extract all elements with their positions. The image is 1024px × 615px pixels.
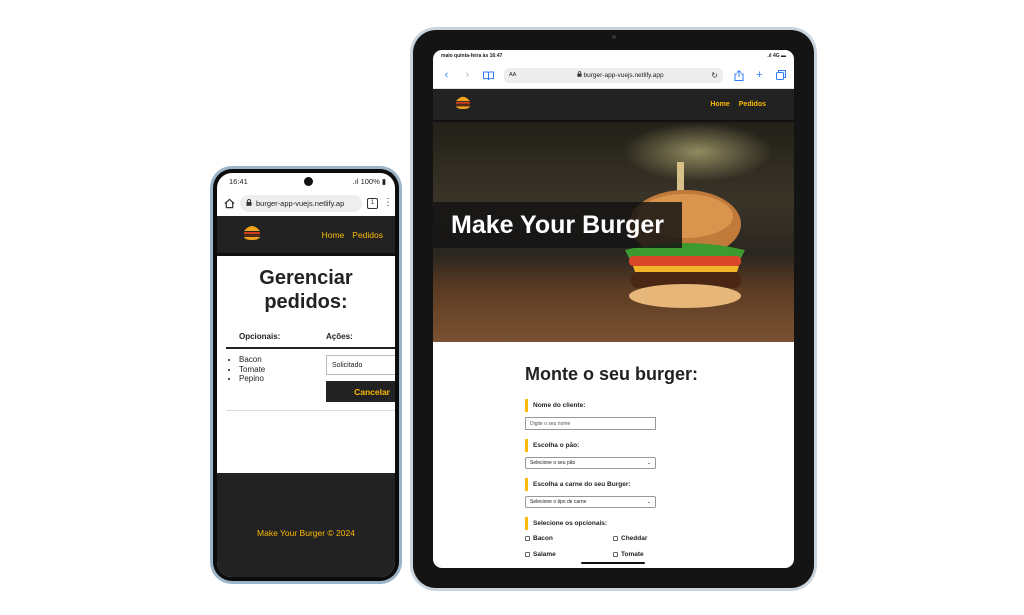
- form-heading: Monte o seu burger:: [525, 364, 699, 384]
- optionals-checkboxes: Bacon Cheddar Salame Tomate: [525, 535, 794, 558]
- phone-status-time: 16:41: [229, 177, 248, 186]
- phone-browser-bar: burger-app-vuejs.netlify.ap 1 ⋮: [217, 190, 395, 216]
- list-item: Pepino: [239, 374, 326, 384]
- back-icon[interactable]: ‹: [441, 69, 452, 81]
- mockup-stage: 16:41 .ıl 100% ▮ burger-app-vuejs.netlif…: [0, 0, 1024, 615]
- table-header: Opcionais: Ações:: [226, 332, 395, 349]
- chevron-down-icon: ⌄: [646, 460, 651, 466]
- orders-table: Opcionais: Ações: Bacon Tomate Pepino So…: [226, 332, 395, 411]
- chevron-down-icon: ⌄: [646, 499, 651, 505]
- nav-link-home[interactable]: Home: [710, 101, 729, 108]
- phone-url-field[interactable]: burger-app-vuejs.netlify.ap: [240, 194, 362, 212]
- share-icon[interactable]: [733, 69, 744, 81]
- book-icon[interactable]: [483, 70, 494, 81]
- camera-icon: [304, 177, 313, 186]
- tablet-status-bar: maio quinta-feira às 16:47 .ıl 4G ▬: [433, 50, 794, 62]
- page-title: Gerenciar pedidos:: [259, 267, 353, 313]
- home-indicator[interactable]: [581, 562, 645, 564]
- optionals-label: Selecione os opcionais:: [525, 517, 794, 530]
- cancel-button[interactable]: Cancelar: [326, 381, 395, 402]
- tablet-device: maio quinta-feira às 16:47 .ıl 4G ▬ ‹ › …: [410, 27, 817, 591]
- column-header-acoes: Ações:: [326, 332, 353, 341]
- copy-tabs-icon[interactable]: [775, 70, 786, 81]
- optionals-list: Bacon Tomate Pepino: [226, 355, 326, 402]
- menu-dots-icon[interactable]: ⋮: [383, 198, 393, 208]
- tablet-url-field[interactable]: AA burger-app-vuejs.netlify.app ↻: [504, 67, 723, 83]
- nav-link-home[interactable]: Home: [322, 230, 345, 240]
- tablet-url-text: burger-app-vuejs.netlify.app: [529, 71, 711, 79]
- nav-link-pedidos[interactable]: Pedidos: [739, 101, 766, 108]
- phone-device: 16:41 .ıl 100% ▮ burger-app-vuejs.netlif…: [210, 166, 402, 584]
- name-label: Nome do cliente:: [525, 399, 794, 412]
- bread-label: Escolha o pão:: [525, 439, 794, 452]
- checkbox-icon: [525, 552, 530, 557]
- tablet-browser-bar: ‹ › AA burger-app-vuejs.netlify.app ↻ +: [433, 62, 794, 89]
- name-input[interactable]: Digite o seu nome: [525, 417, 656, 430]
- checkbox-icon: [525, 536, 530, 541]
- list-item: Bacon: [239, 355, 326, 365]
- table-row: Bacon Tomate Pepino Solicitado Cancelar: [226, 349, 395, 411]
- optional-cheddar[interactable]: Cheddar: [613, 535, 693, 542]
- burger-form: Monte o seu burger: Nome do cliente: Dig…: [433, 342, 794, 558]
- plus-icon[interactable]: +: [754, 69, 765, 81]
- nav-link-pedidos[interactable]: Pedidos: [352, 230, 383, 240]
- phone-navbar: Home Pedidos: [217, 216, 395, 256]
- phone-url-text: burger-app-vuejs.netlify.ap: [256, 198, 345, 208]
- burger-logo-icon[interactable]: [455, 95, 471, 114]
- meat-select[interactable]: Selecione o tipo de carne ⌄: [525, 496, 656, 508]
- checkbox-icon: [613, 536, 618, 541]
- list-item: Tomate: [239, 365, 326, 375]
- forward-icon[interactable]: ›: [462, 69, 473, 81]
- tabs-icon[interactable]: 1: [367, 197, 378, 209]
- optional-salame[interactable]: Salame: [525, 551, 613, 558]
- text-size-button[interactable]: AA: [509, 72, 529, 78]
- bread-select[interactable]: Selecione o seu pão ⌄: [525, 457, 656, 469]
- tablet-status-network: .ıl 4G ▬: [767, 53, 786, 59]
- lock-icon: [577, 71, 582, 77]
- hero-banner: Make Your Burger: [433, 122, 794, 342]
- burger-logo-icon[interactable]: [243, 224, 261, 245]
- checkbox-icon: [613, 552, 618, 557]
- hero-title: Make Your Burger: [433, 202, 683, 248]
- phone-status-battery: .ıl 100% ▮: [352, 177, 386, 186]
- optional-tomate[interactable]: Tomate: [613, 551, 693, 558]
- phone-footer: Make Your Burger © 2024: [217, 473, 395, 577]
- optional-bacon[interactable]: Bacon: [525, 535, 613, 542]
- tablet-navbar: Home Pedidos: [433, 89, 794, 122]
- column-header-opcionais: Opcionais:: [239, 332, 281, 341]
- phone-screen: 16:41 .ıl 100% ▮ burger-app-vuejs.netlif…: [217, 173, 395, 577]
- lock-icon: [246, 198, 252, 208]
- tablet-screen: maio quinta-feira às 16:47 .ıl 4G ▬ ‹ › …: [433, 50, 794, 568]
- camera-icon: [612, 35, 616, 39]
- tablet-status-time: maio quinta-feira às 16:47: [441, 53, 503, 59]
- reload-icon[interactable]: ↻: [711, 71, 718, 80]
- home-icon[interactable]: [223, 197, 235, 209]
- meat-label: Escolha a carne do seu Burger:: [525, 478, 794, 491]
- status-select[interactable]: Solicitado: [326, 355, 395, 375]
